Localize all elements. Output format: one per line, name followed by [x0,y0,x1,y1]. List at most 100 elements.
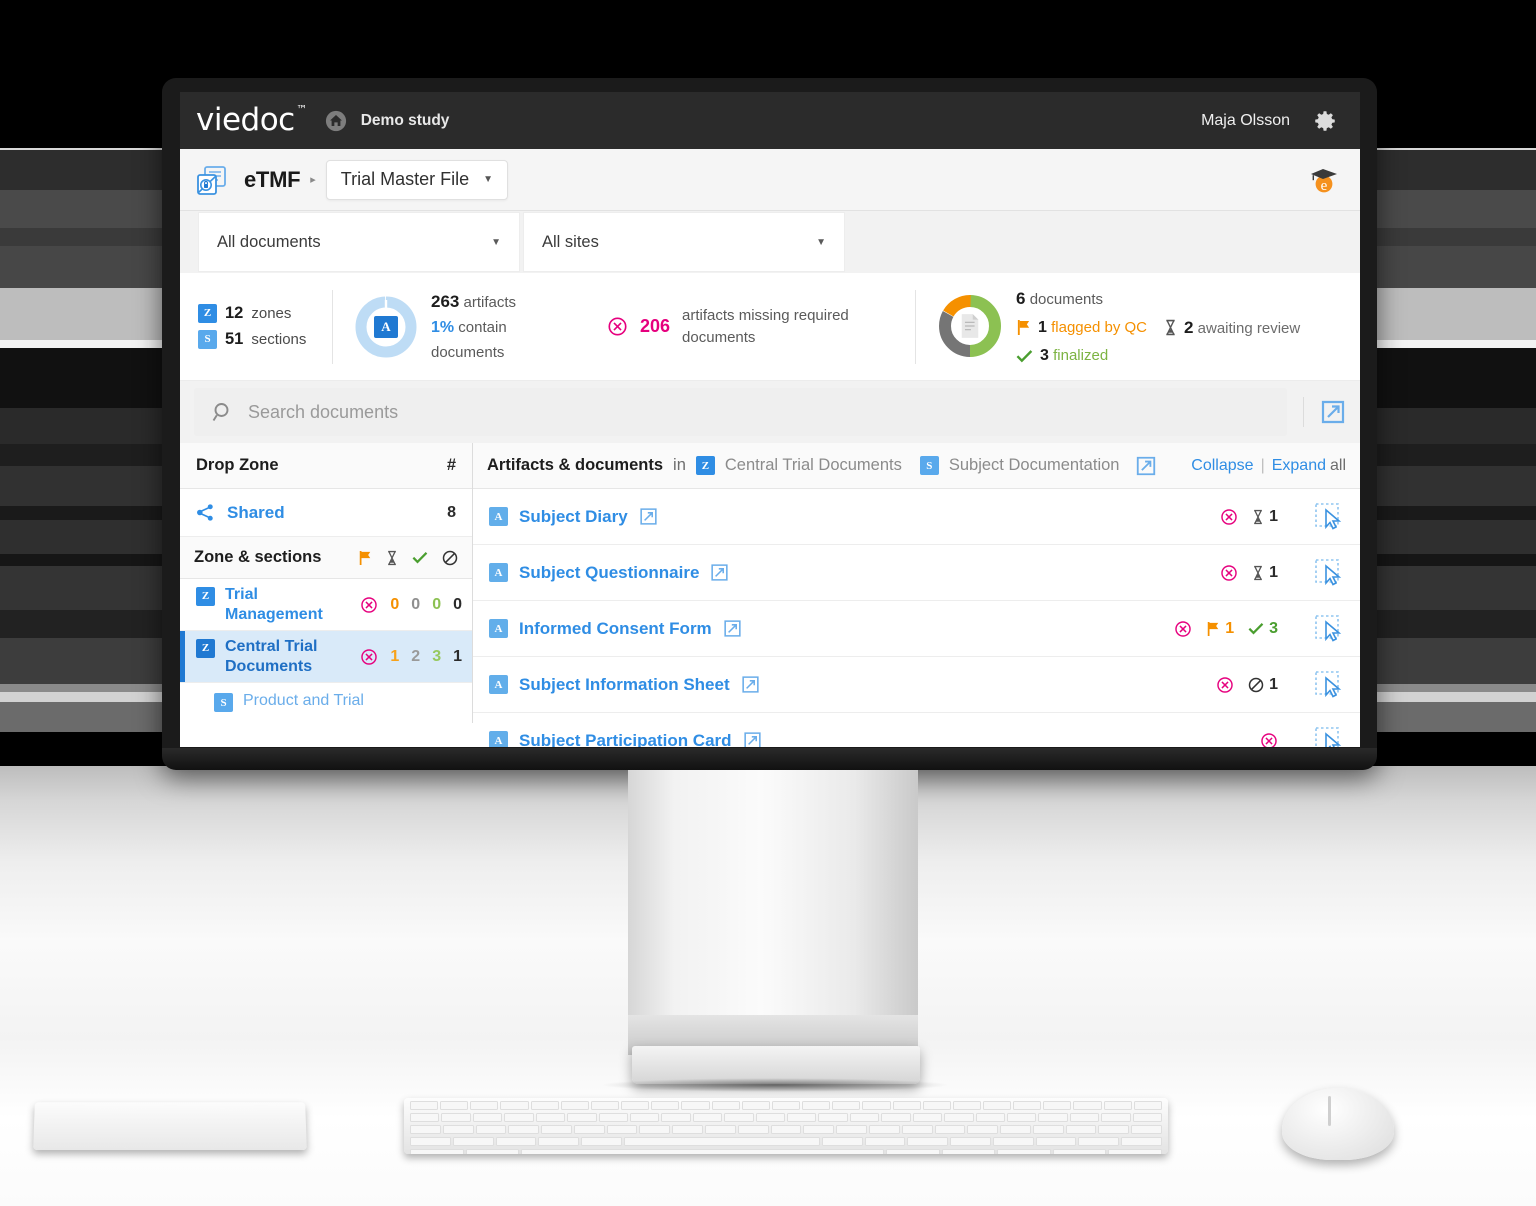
zone-badge-icon: Z [696,456,715,475]
sites-filter-label: All sites [542,233,599,252]
zone-label: Z Central Trial Documents [196,637,345,676]
keyboard-key [538,1137,579,1146]
artifact-name[interactable]: Subject Participation Card [519,731,732,748]
file-selector-dropdown[interactable]: Trial Master File ▼ [326,160,508,200]
keyboard-key [822,1137,863,1146]
keyboard-key [591,1101,619,1110]
keyboard-key [473,1113,502,1122]
sections-label: sections [251,328,306,351]
keyboard-key [738,1125,769,1134]
keyboard-key [681,1101,709,1110]
keyboard-row [404,1113,1168,1122]
trackpad [33,1102,307,1150]
keyboard-key [850,1113,879,1122]
keyboard-key [902,1125,933,1134]
shared-count: 8 [447,504,456,522]
header-right-group: Maja Olsson [1201,108,1338,134]
stats-divider [332,290,333,364]
table-row[interactable]: A Subject Participation Card [473,713,1360,747]
artifact-flagged-stat: 1 [1206,620,1234,638]
zones-count: 12 [225,301,243,327]
sidebar-item-trial-management[interactable]: Z Trial Management 0 0 [180,579,472,631]
pop-out-icon[interactable] [1320,399,1346,425]
flag-icon [358,550,372,566]
artifact-awaiting-count: 1 [1269,564,1278,582]
drop-target-cursor-icon[interactable] [1314,558,1344,588]
artifact-stats: 1 [1220,558,1344,588]
hourglass-icon [1252,509,1264,525]
elearning-graduation-cap-icon[interactable]: e [1308,166,1338,194]
flagged-label: flagged by QC [1051,319,1147,336]
viedoc-logo[interactable]: viedoc™ [196,105,295,136]
artifact-name[interactable]: Subject Diary [519,507,628,527]
finalized-line: 3 finalized [1016,342,1300,370]
collapse-link[interactable]: Collapse [1191,457,1253,475]
artifacts-percent: 1% [431,319,454,336]
blocked-icon [442,550,458,566]
documents-label: documents [1030,291,1103,308]
artifact-badge-icon: A [489,675,508,694]
pop-out-icon[interactable] [639,507,658,526]
artifact-flagged-count: 1 [1225,620,1234,638]
drop-target-cursor-icon[interactable] [1314,670,1344,700]
keyboard-key [599,1113,628,1122]
keyboard-key [541,1125,572,1134]
artifact-name[interactable]: Subject Questionnaire [519,563,699,583]
home-icon[interactable] [325,110,347,132]
keyboard-key [1104,1101,1132,1110]
sites-filter-dropdown[interactable]: All sites ▼ [523,212,845,272]
module-bar: eTMF ▸ Trial Master File ▼ e [180,149,1360,211]
keyboard-key [1043,1101,1071,1110]
artifact-left: A Subject Information Sheet [489,675,760,695]
pop-out-icon[interactable] [1135,455,1157,477]
artifact-badge-icon: A [374,316,398,338]
sidebar-item-central-trial-documents[interactable]: Z Central Trial Documents 1 2 [180,631,472,683]
pop-out-icon[interactable] [743,731,762,747]
zone-awaiting-count: 0 [411,596,420,614]
keyboard-row [404,1149,1168,1154]
monitor-stand-neck [628,770,918,1055]
svg-text:e: e [1321,178,1328,194]
keyboard-key [1108,1149,1162,1154]
keyboard-key [803,1125,834,1134]
finalized-label: finalized [1053,347,1108,364]
hourglass-icon [1164,319,1177,336]
missing-label: artifacts missing required documents [682,305,867,349]
drop-target-cursor-icon[interactable] [1314,726,1344,748]
keyboard-key [531,1101,559,1110]
breadcrumb-section[interactable]: Subject Documentation [949,456,1120,475]
missing-required-icon [1174,620,1192,638]
keyboard-key [1133,1113,1162,1122]
search-input[interactable]: Search documents [194,388,1287,436]
user-name[interactable]: Maja Olsson [1201,112,1290,130]
artifact-name[interactable]: Subject Information Sheet [519,675,730,695]
zone-label: Z Trial Management [196,585,345,624]
breadcrumb-zone[interactable]: Central Trial Documents [725,456,902,475]
pop-out-icon[interactable] [710,563,729,582]
documents-filter-dropdown[interactable]: All documents ▼ [198,212,520,272]
sidebar-item-product-and-trial[interactable]: S Product and Trial [180,683,472,735]
finalized-count: 3 [1040,347,1049,364]
artifact-badge-icon: A [489,507,508,526]
stats-bar: Z 12 zones S 51 sections [180,273,1360,381]
table-row[interactable]: A Subject Diary [473,489,1360,545]
table-row[interactable]: A Subject Information Sheet [473,657,1360,713]
keyboard-key [997,1149,1051,1154]
gear-icon[interactable] [1312,108,1338,134]
sidebar-item-shared[interactable]: Shared 8 [180,489,472,537]
artifacts-stat: A 263 artifacts 1% contain documents [355,288,549,366]
pop-out-icon[interactable] [723,619,742,638]
pop-out-icon[interactable] [741,675,760,694]
share-icon [196,503,215,522]
expand-link[interactable]: Expand [1272,457,1326,475]
shared-left: Shared [196,503,285,523]
table-row[interactable]: A Informed Consent Form [473,601,1360,657]
zone-blocked-count: 0 [453,596,462,614]
artifact-name[interactable]: Informed Consent Form [519,619,712,639]
table-row[interactable]: A Subject Questionnaire [473,545,1360,601]
drop-target-cursor-icon[interactable] [1314,614,1344,644]
study-name: Demo study [361,112,450,130]
chevron-down-icon: ▼ [491,237,501,248]
keyboard-key [639,1125,670,1134]
drop-target-cursor-icon[interactable] [1314,502,1344,532]
